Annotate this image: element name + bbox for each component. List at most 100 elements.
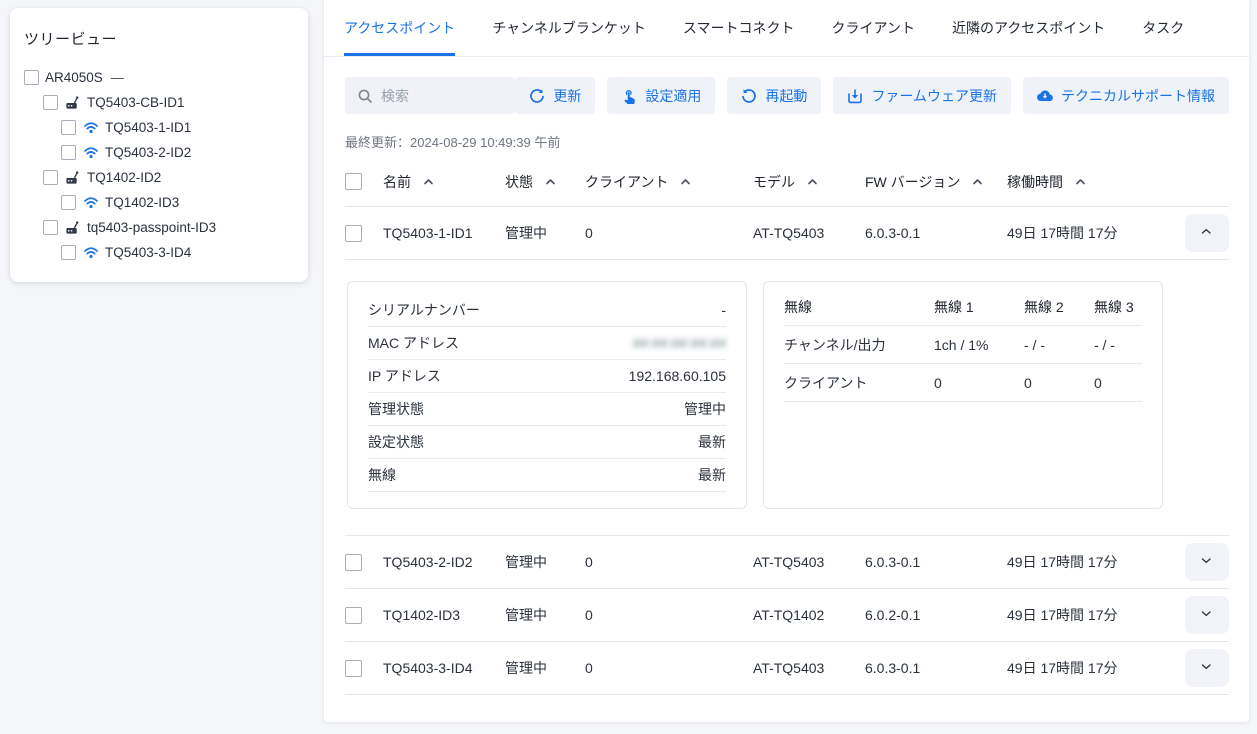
wifi-icon (82, 120, 99, 136)
info-value: 最新 (698, 465, 726, 485)
tree-item-label: tq5403-passpoint-ID3 (87, 220, 216, 235)
tab-inactive[interactable]: スマートコネクト (683, 0, 795, 56)
column-header-fw-version: FW バージョン (865, 172, 960, 192)
tab-inactive[interactable]: クライアント (832, 0, 915, 56)
row-checkbox[interactable] (345, 607, 362, 624)
table-row[interactable]: TQ5403-2-ID2 管理中 0 AT-TQ5403 6.0.3-0.1 4… (345, 536, 1229, 589)
sort-icon[interactable] (1075, 177, 1086, 186)
row-checkbox[interactable] (345, 660, 362, 677)
checkbox[interactable] (43, 95, 58, 110)
tree-item[interactable]: TQ5403-2-ID2 (24, 140, 294, 165)
cell-name: TQ5403-3-ID4 (383, 660, 505, 676)
tech-support-info-button[interactable]: テクニカルサポート情報 (1023, 77, 1229, 114)
cell-name: TQ5403-1-ID1 (383, 225, 505, 241)
tree-item[interactable]: TQ5403-1-ID1 (24, 115, 294, 140)
button-label: テクニカルサポート情報 (1061, 86, 1215, 106)
tab-inactive[interactable]: 近隣のアクセスポイント (952, 0, 1105, 56)
access-point-icon (65, 170, 80, 185)
refresh-button[interactable]: 更新 (515, 77, 595, 114)
checkbox[interactable] (61, 195, 76, 210)
column-header-uptime: 稼働時間 (1007, 172, 1063, 192)
chevron-down-icon (1200, 609, 1214, 621)
tab-label: スマートコネクト (683, 18, 795, 38)
wifi-icon (83, 245, 99, 260)
touch-icon (621, 88, 637, 104)
row-checkbox[interactable] (345, 554, 362, 571)
cell-name: TQ1402-ID3 (383, 607, 505, 623)
checkbox[interactable] (61, 245, 76, 260)
cell-clients: 0 (585, 554, 753, 570)
search-icon (357, 88, 373, 104)
sort-icon[interactable] (680, 177, 691, 186)
tree-view: AR4050S — TQ5403-CB-ID1 TQ5403-1-ID1 TQ5… (24, 65, 294, 265)
access-point-table: 名前 状態 クライアント モデル FW バージョン 稼働時間 TQ5403-1-… (345, 157, 1229, 695)
reboot-button[interactable]: 再起動 (727, 77, 821, 114)
tree-item[interactable]: TQ1402-ID2 (24, 165, 294, 190)
checkbox[interactable] (61, 145, 76, 160)
tab-active[interactable]: アクセスポイント (344, 0, 455, 56)
tab-label: チャンネルブランケット (492, 18, 646, 38)
tree-item-label: AR4050S (45, 70, 103, 85)
access-point-icon (64, 220, 81, 236)
info-label: IP アドレス (368, 366, 441, 386)
sort-icon[interactable] (545, 177, 556, 186)
sort-icon[interactable] (972, 177, 983, 186)
tab-inactive[interactable]: タスク (1142, 0, 1184, 56)
tree-item[interactable]: TQ1402-ID3 (24, 190, 294, 215)
expand-row-button[interactable] (1185, 214, 1229, 252)
cell-fw-version: 6.0.3-0.1 (865, 660, 1007, 676)
tab-inactive[interactable]: チャンネルブランケット (492, 0, 646, 56)
tree-item-label: TQ5403-2-ID2 (105, 145, 191, 160)
wifi-icon (83, 120, 99, 135)
row-checkbox[interactable] (345, 225, 362, 242)
cell-uptime: 49日 17時間 17分 (1007, 223, 1167, 243)
tree-item[interactable]: tq5403-passpoint-ID3 (24, 215, 294, 240)
firmware-update-button[interactable]: ファームウェア更新 (833, 77, 1011, 114)
tree-item-root[interactable]: AR4050S — (24, 65, 294, 90)
info-label: MAC アドレス (368, 333, 459, 353)
chevron-down-icon (1200, 662, 1214, 674)
sort-icon[interactable] (807, 177, 818, 186)
checkbox[interactable] (43, 170, 58, 185)
radio-cell: - / - (1094, 337, 1142, 353)
tree-item-label: TQ1402-ID3 (105, 195, 179, 210)
search-box[interactable] (345, 77, 515, 114)
tree-view-title: ツリービュー (24, 28, 294, 49)
wifi-icon (82, 245, 99, 261)
info-row: MAC アドレス ##:##:##:##:## (368, 327, 726, 360)
info-row: シリアルナンバー - (368, 294, 726, 327)
radio-cell: 無線 3 (1094, 297, 1142, 317)
table-row[interactable]: TQ5403-3-ID4 管理中 0 AT-TQ5403 6.0.3-0.1 4… (345, 642, 1229, 695)
cell-uptime: 49日 17時間 17分 (1007, 605, 1167, 625)
info-row: 管理状態 管理中 (368, 393, 726, 426)
checkbox[interactable] (61, 120, 76, 135)
expand-row-button[interactable] (1185, 543, 1229, 581)
last-updated-text: 最終更新：2024-08-29 10:49:39 午前 (345, 132, 1229, 151)
radio-cell: 0 (1024, 375, 1094, 391)
cell-uptime: 49日 17時間 17分 (1007, 552, 1167, 572)
tree-item[interactable]: TQ5403-CB-ID1 (24, 90, 294, 115)
radio-row-label: クライアント (784, 373, 934, 393)
checkbox[interactable] (43, 220, 58, 235)
row-detail-section: シリアルナンバー - MAC アドレス ##:##:##:##:## IP アド… (345, 260, 1229, 536)
table-row[interactable]: TQ5403-1-ID1 管理中 0 AT-TQ5403 6.0.3-0.1 4… (345, 207, 1229, 260)
tab-label: 近隣のアクセスポイント (952, 18, 1105, 38)
search-input[interactable] (381, 88, 503, 104)
expand-row-button[interactable] (1185, 649, 1229, 687)
expand-row-button[interactable] (1185, 596, 1229, 634)
info-row: IP アドレス 192.168.60.105 (368, 360, 726, 393)
button-label: 再起動 (765, 86, 807, 106)
radio-cell: 無線 1 (934, 297, 1024, 317)
tree-view-panel: ツリービュー AR4050S — TQ5403-CB-ID1 TQ5403-1-… (10, 8, 308, 282)
access-point-icon (64, 170, 81, 186)
tree-collapse-toggle[interactable]: — (111, 70, 124, 85)
apply-config-button[interactable]: 設定適用 (607, 77, 715, 114)
column-header-name: 名前 (383, 172, 411, 192)
select-all-checkbox[interactable] (345, 173, 362, 190)
sort-icon[interactable] (423, 177, 434, 186)
info-value: 192.168.60.105 (629, 368, 726, 384)
table-row[interactable]: TQ1402-ID3 管理中 0 AT-TQ1402 6.0.2-0.1 49日… (345, 589, 1229, 642)
checkbox[interactable] (24, 70, 39, 85)
tree-item[interactable]: TQ5403-3-ID4 (24, 240, 294, 265)
radio-cell: 1ch / 1% (934, 337, 1024, 353)
